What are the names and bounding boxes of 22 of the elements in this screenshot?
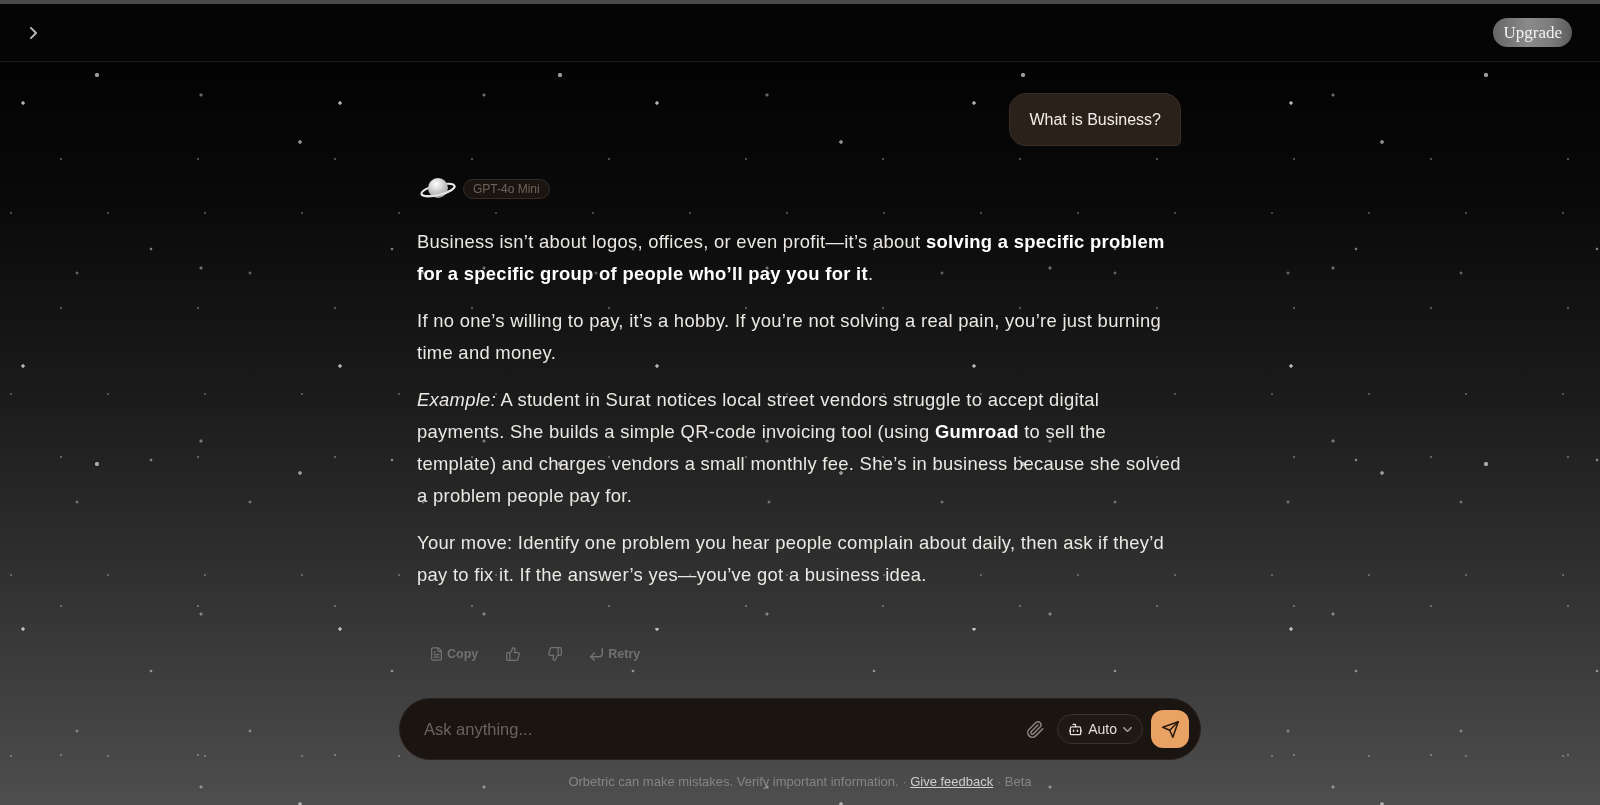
message-paragraph: If no one’s willing to pay, it’s a hobby. If you’re not solving a real pain, you’re just burning time and money. — [417, 309, 1163, 365]
chevron-right-icon — [29, 26, 37, 39]
message-paragraph: Business isn’t about logos, offices, or even profit—it’s about solving a specific problem for a specific group of people who’ll pay you for it. — [417, 230, 1166, 286]
thumbs-up-icon — [506, 647, 521, 661]
message-paragraph: Example: A student in Surat notices local street vendors struggle to accept digital payments. She builds a simple QR-code invoicing tool (using Gumroad to sell the template) and charges vendors a small monthly fee. She’s in business because she solved a problem people pay for. — [417, 388, 1182, 508]
upgrade-button[interactable]: Upgrade — [1493, 18, 1572, 47]
robot-icon — [1069, 722, 1083, 736]
model-badge: GPT-4o Mini — [463, 179, 550, 199]
thumbs-down-icon — [548, 647, 563, 661]
send-button[interactable] — [1151, 710, 1189, 748]
mode-select-button[interactable]: Auto — [1057, 714, 1143, 744]
footer-disclaimer: Orbetric can make mistakes. Verify important information. · Give feedback · Beta — [568, 774, 1032, 789]
return-arrow-icon — [590, 647, 604, 661]
message-composer[interactable]: Ask anything... Auto — [399, 698, 1201, 760]
document-icon — [431, 647, 442, 661]
feedback-link[interactable]: Give feedback — [910, 774, 994, 789]
message-paragraph: Your move: Identify one problem you hear people complain about daily, then ask if they’d pay to fix it. If the answer’s yes—you’ve got a business idea. — [417, 531, 1166, 587]
user-message-bubble: What is Business? — [1009, 93, 1181, 146]
paper-plane-icon — [1161, 720, 1179, 738]
message-input[interactable]: Ask anything... — [424, 714, 1025, 744]
paperclip-icon — [1027, 720, 1045, 738]
chevron-down-icon — [1123, 726, 1132, 732]
